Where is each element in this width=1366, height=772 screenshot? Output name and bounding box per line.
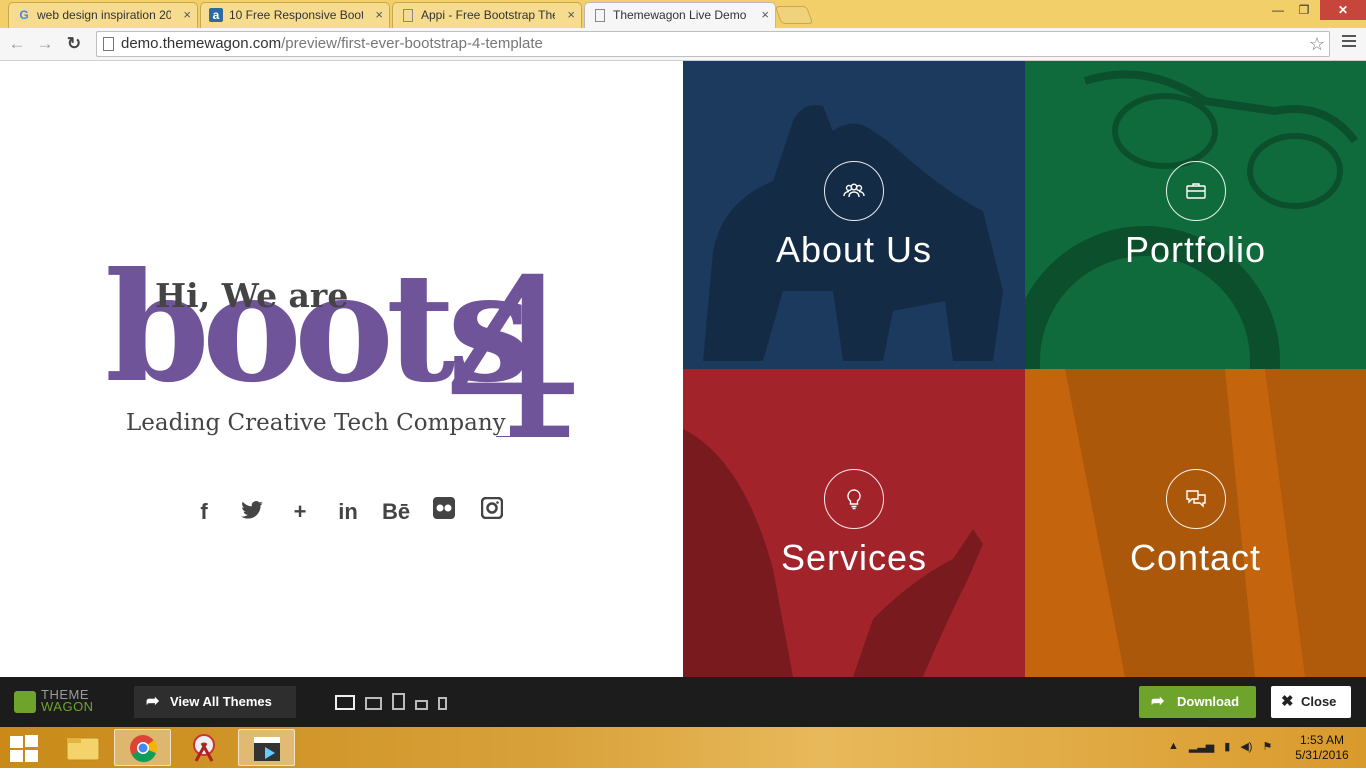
share-arrow-icon: ➦ bbox=[1151, 693, 1165, 710]
device-preview-switcher bbox=[335, 693, 447, 710]
laptop-view-icon[interactable] bbox=[365, 697, 382, 710]
browser-tab-2[interactable]: a 10 Free Responsive Bootst × bbox=[200, 2, 390, 28]
close-button[interactable]: ✖ Close bbox=[1271, 686, 1351, 718]
tablet-view-icon[interactable] bbox=[392, 693, 405, 710]
close-icon[interactable]: × bbox=[375, 7, 383, 22]
themewagon-bar: THEME WAGON ➦ View All Themes ➦ Download… bbox=[0, 677, 1366, 727]
network-icon[interactable]: ▂▃▅ bbox=[1189, 740, 1214, 753]
forward-arrow-icon[interactable]: → bbox=[34, 33, 56, 55]
close-icon: ✖ bbox=[1281, 693, 1294, 710]
web-page: 4 boots Hi, We are Leading Creative Tech… bbox=[0, 61, 1366, 677]
bookmark-star-icon[interactable]: ☆ bbox=[1309, 32, 1325, 56]
logo-bottom-text: WAGON bbox=[41, 699, 94, 714]
view-all-label: View All Themes bbox=[170, 694, 272, 709]
tablet-landscape-view-icon[interactable] bbox=[415, 700, 428, 710]
instagram-icon[interactable] bbox=[468, 496, 516, 527]
social-links: f + in Bē bbox=[180, 496, 516, 527]
linkedin-icon[interactable]: in bbox=[324, 497, 372, 527]
page-icon bbox=[403, 9, 413, 22]
lightbulb-icon bbox=[824, 469, 884, 529]
brand-tagline: Leading Creative Tech Company bbox=[126, 410, 510, 436]
media-player-icon[interactable] bbox=[238, 729, 295, 766]
minimize-button[interactable]: — bbox=[1266, 0, 1290, 20]
file-explorer-icon[interactable] bbox=[55, 729, 112, 766]
close-icon[interactable]: × bbox=[183, 7, 191, 22]
tile-title: About Us bbox=[775, 229, 933, 270]
chat-icon bbox=[1166, 469, 1226, 529]
volume-icon[interactable]: ◀) bbox=[1240, 740, 1252, 753]
download-label: Download bbox=[1177, 694, 1240, 709]
view-all-themes-button[interactable]: ➦ View All Themes bbox=[134, 686, 296, 718]
browser-tab-1[interactable]: G web design inspiration 20 × bbox=[8, 2, 198, 28]
close-label: Close bbox=[1301, 694, 1337, 709]
share-arrow-icon: ➦ bbox=[146, 693, 160, 710]
tab-label: 10 Free Responsive Bootst bbox=[229, 8, 363, 22]
chrome-icon[interactable] bbox=[114, 729, 171, 766]
tile-portfolio[interactable]: Portfolio bbox=[1025, 61, 1366, 369]
themewagon-logo-icon[interactable] bbox=[14, 691, 36, 713]
battery-icon[interactable]: ▮ bbox=[1224, 740, 1230, 753]
back-arrow-icon[interactable]: ← bbox=[6, 33, 28, 55]
snipping-tool-icon[interactable] bbox=[176, 729, 233, 766]
themewagon-logo-text[interactable]: THEME WAGON bbox=[41, 688, 94, 714]
close-icon[interactable]: × bbox=[567, 7, 575, 22]
tile-contact[interactable]: Contact bbox=[1025, 369, 1366, 677]
browser-titlebar: G web design inspiration 20 × a 10 Free … bbox=[0, 0, 1366, 28]
mobile-view-icon[interactable] bbox=[438, 697, 447, 710]
tile-services[interactable]: Services bbox=[683, 369, 1025, 677]
tile-title: Services bbox=[780, 537, 928, 578]
window-close-button[interactable]: ✕ bbox=[1320, 0, 1366, 20]
download-button[interactable]: ➦ Download bbox=[1139, 686, 1256, 718]
tile-title: Contact bbox=[1129, 537, 1262, 578]
twitter-icon[interactable] bbox=[228, 497, 276, 527]
windows-start-icon[interactable] bbox=[8, 734, 40, 762]
windows-taskbar: ▲ ▂▃▅ ▮ ◀) ⚑ 1:53 AM 5/31/2016 bbox=[0, 727, 1366, 768]
url-path: /preview/first-ever-bootstrap-4-template bbox=[281, 35, 543, 52]
google-icon: G bbox=[19, 8, 29, 22]
url-host: demo.themewagon.com bbox=[121, 35, 282, 52]
page-icon bbox=[595, 9, 605, 22]
page-icon bbox=[103, 37, 114, 51]
briefcase-icon bbox=[1166, 161, 1226, 221]
browser-tab-4[interactable]: Themewagon Live Demo | × bbox=[584, 2, 776, 28]
reload-icon[interactable]: ↻ bbox=[63, 33, 85, 55]
google-plus-icon[interactable]: + bbox=[276, 497, 324, 527]
action-center-flag-icon[interactable]: ⚑ bbox=[1262, 740, 1272, 753]
browser-toolbar: ← → ↻ demo.themewagon.com/preview/first-… bbox=[0, 28, 1366, 61]
maximize-button[interactable]: ❐ bbox=[1292, 0, 1316, 20]
tab-label: web design inspiration 20 bbox=[37, 8, 171, 22]
tray-expand-icon[interactable]: ▲ bbox=[1168, 740, 1179, 753]
tab-label: Themewagon Live Demo | bbox=[613, 8, 749, 22]
system-tray: ▲ ▂▃▅ ▮ ◀) ⚑ bbox=[1168, 740, 1272, 753]
clock-date: 5/31/2016 bbox=[1295, 748, 1349, 762]
users-icon bbox=[824, 161, 884, 221]
new-tab-button[interactable] bbox=[774, 6, 814, 24]
tile-title: Portfolio bbox=[1124, 229, 1267, 270]
tile-about-us[interactable]: About Us bbox=[683, 61, 1025, 369]
behance-icon[interactable]: Bē bbox=[372, 497, 420, 527]
facebook-icon[interactable]: f bbox=[180, 497, 228, 527]
browser-menu-icon[interactable] bbox=[1342, 35, 1356, 50]
browser-tab-3[interactable]: Appi - Free Bootstrap The × bbox=[392, 2, 582, 28]
desktop-view-icon[interactable] bbox=[335, 695, 355, 710]
hero-section: 4 boots Hi, We are Leading Creative Tech… bbox=[0, 61, 683, 677]
flickr-icon[interactable] bbox=[420, 497, 468, 527]
brand-greeting: Hi, We are bbox=[155, 276, 349, 315]
clock-time: 1:53 AM bbox=[1299, 733, 1345, 747]
tab-label: Appi - Free Bootstrap The bbox=[421, 8, 555, 22]
site-a-icon: a bbox=[209, 8, 223, 22]
close-icon[interactable]: × bbox=[761, 7, 769, 22]
taskbar-clock[interactable]: 1:53 AM 5/31/2016 bbox=[1290, 733, 1354, 763]
address-bar[interactable]: demo.themewagon.com/preview/first-ever-b… bbox=[96, 31, 1330, 57]
